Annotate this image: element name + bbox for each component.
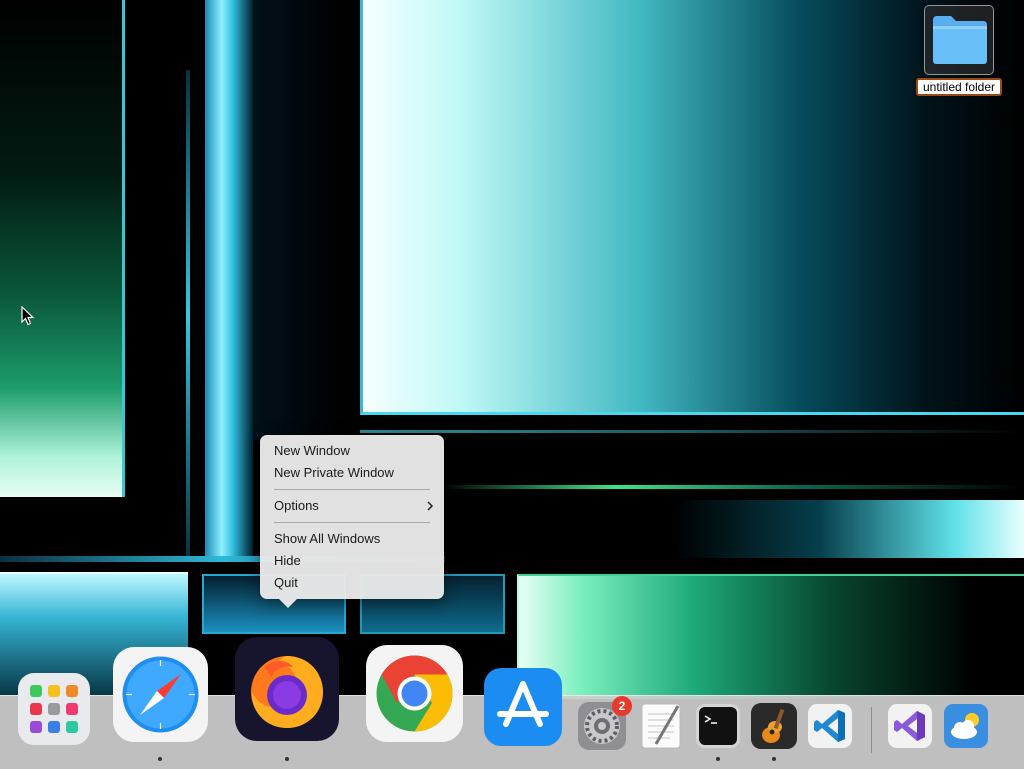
dock-item-visual-studio[interactable] <box>888 704 932 753</box>
garageband-icon <box>751 703 797 749</box>
menu-item-hide[interactable]: Hide <box>274 551 434 571</box>
menu-item-new-window[interactable]: New Window <box>274 441 434 461</box>
dock-item-firefox[interactable] <box>235 637 339 746</box>
dock-item-vscode[interactable] <box>808 704 852 753</box>
menu-item-new-private-window[interactable]: New Private Window <box>274 463 434 483</box>
launchpad-icon <box>18 673 90 745</box>
app-store-icon <box>484 668 562 746</box>
dock-item-garageband[interactable] <box>751 703 797 754</box>
weather-icon <box>944 704 988 748</box>
running-indicator <box>772 757 776 761</box>
dock-item-app-store[interactable] <box>484 668 562 751</box>
chrome-icon <box>366 645 463 742</box>
dock-item-safari[interactable] <box>113 647 208 747</box>
menu-item-quit[interactable]: Quit <box>274 573 434 593</box>
dock-item-textedit[interactable] <box>640 702 684 755</box>
folder-label[interactable]: untitled folder <box>916 78 1002 96</box>
running-indicator <box>158 757 162 761</box>
dock-item-chrome[interactable] <box>366 645 463 747</box>
dock-divider <box>871 707 872 753</box>
menu-item-options[interactable]: Options <box>274 496 434 516</box>
dock-item-terminal[interactable] <box>696 704 740 753</box>
mouse-pointer-icon <box>21 305 35 331</box>
safari-icon <box>113 647 208 742</box>
textedit-icon <box>641 703 681 749</box>
running-indicator <box>716 757 720 761</box>
dock-item-weather[interactable] <box>944 704 988 753</box>
menu-item-show-all-windows[interactable]: Show All Windows <box>274 529 434 549</box>
running-indicator <box>285 757 289 761</box>
vscode-icon <box>808 704 852 748</box>
menu-separator <box>274 489 430 490</box>
dock-context-menu: New Window New Private Window Options Sh… <box>260 435 444 608</box>
firefox-icon <box>235 637 339 741</box>
folder-icon <box>924 5 994 75</box>
notification-badge: 2 <box>612 696 632 716</box>
dock-item-launchpad[interactable] <box>18 673 90 750</box>
terminal-icon <box>696 704 740 748</box>
desktop-folder-untitled[interactable]: untitled folder <box>916 4 1002 96</box>
visual-studio-icon <box>888 704 932 748</box>
menu-separator <box>274 522 430 523</box>
chevron-right-icon <box>426 496 434 522</box>
menu-item-options-label: Options <box>274 498 319 513</box>
